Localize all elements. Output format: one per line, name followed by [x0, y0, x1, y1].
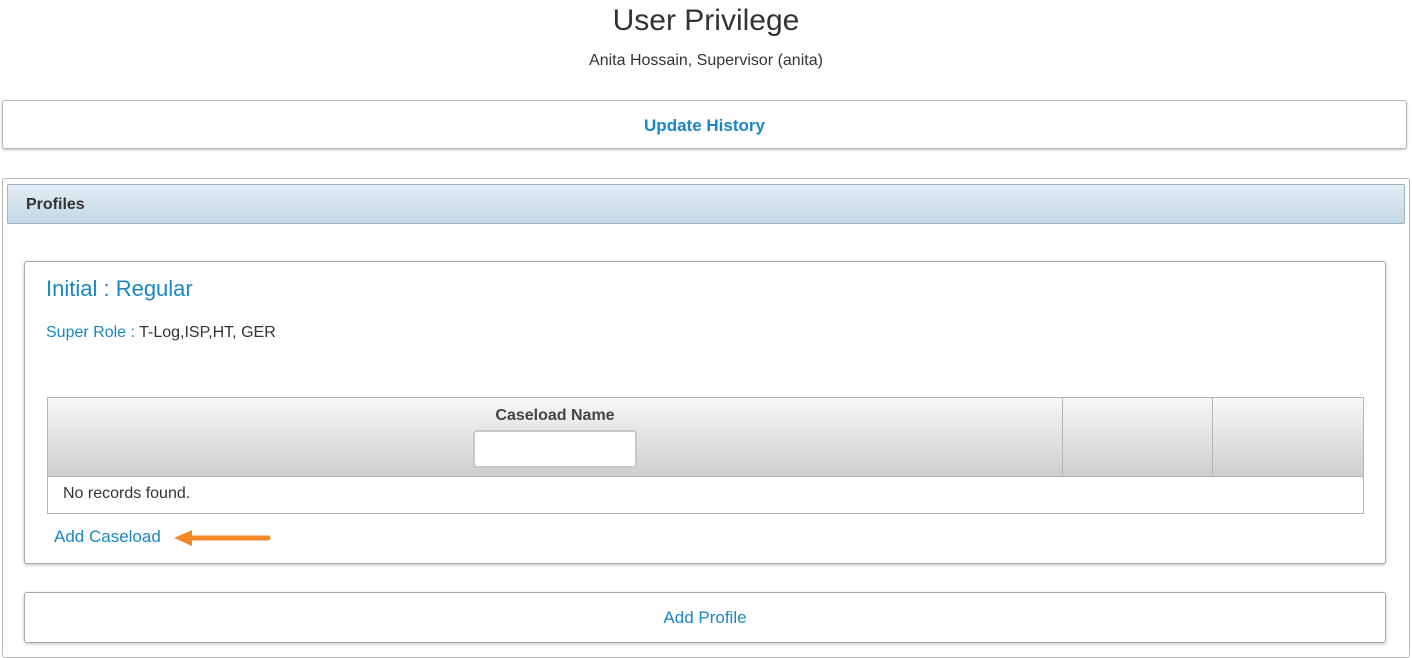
profile-card: Initial : Regular Super Role : T-Log,ISP…: [24, 261, 1386, 564]
caseload-table: Caseload Name No records found.: [47, 397, 1364, 514]
add-profile-label: Add Profile: [663, 608, 747, 627]
table-header-row: Caseload Name: [48, 398, 1363, 477]
add-profile-button[interactable]: Add Profile: [24, 592, 1386, 643]
caseload-name-filter-input[interactable]: [473, 430, 637, 468]
column-header-2: [1063, 398, 1213, 476]
column-header-3: [1213, 398, 1363, 476]
profile-title: Initial : Regular: [46, 276, 193, 301]
user-subtitle: Anita Hossain, Supervisor (anita): [589, 52, 823, 69]
column-header-caseload-name[interactable]: Caseload Name: [48, 398, 1063, 476]
profiles-header[interactable]: Profiles: [7, 184, 1405, 224]
column-header-label: Caseload Name: [495, 407, 615, 424]
super-role-value: T-Log,ISP,HT, GER: [139, 324, 276, 341]
empty-table-message: No records found.: [63, 485, 191, 502]
page-title: User Privilege: [612, 4, 800, 37]
update-history-box: Update History: [2, 100, 1407, 149]
super-role-label: Super Role :: [46, 324, 140, 341]
arrow-left-icon: [174, 530, 271, 546]
update-history-link[interactable]: Update History: [644, 116, 765, 136]
profiles-panel: Profiles Initial : Regular Super Role : …: [2, 178, 1410, 658]
profiles-header-label: Profiles: [26, 196, 85, 213]
super-role: Super Role : T-Log,ISP,HT, GER: [46, 324, 276, 342]
add-caseload-link[interactable]: Add Caseload: [54, 527, 161, 547]
